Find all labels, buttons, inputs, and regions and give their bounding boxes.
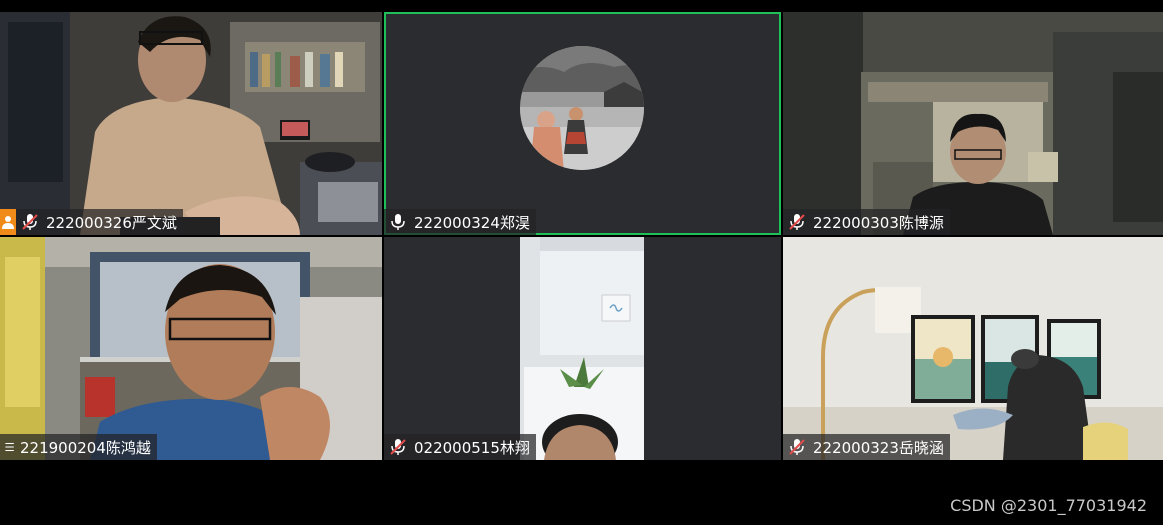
mic-icon[interactable] <box>388 212 408 232</box>
watermark: CSDN @2301_77031942 <box>950 496 1147 515</box>
participant-nameplate: 222000323岳晓涵 <box>783 434 950 460</box>
participant-tile-5[interactable]: 022000515林翔 <box>384 237 781 460</box>
mic-muted-icon[interactable] <box>787 437 807 457</box>
participant-tile-6[interactable]: 222000323岳晓涵 <box>783 237 1163 460</box>
video-feed <box>0 237 382 460</box>
participant-nameplate: 221900204陈鸿越 <box>0 434 157 460</box>
mic-muted-icon[interactable] <box>388 437 408 457</box>
participant-name: 222000323岳晓涵 <box>813 438 944 457</box>
participant-tile-1[interactable]: 222000326严文斌 <box>0 12 382 235</box>
profile-avatar <box>520 46 644 170</box>
participant-nameplate: 222000324郑淏 <box>384 209 536 235</box>
video-feed <box>0 12 382 235</box>
mic-muted-icon[interactable] <box>787 212 807 232</box>
participant-tile-2[interactable]: 222000324郑淏 <box>384 12 781 235</box>
participant-nameplate: 022000515林翔 <box>384 434 536 460</box>
participant-name: 222000324郑淏 <box>414 213 530 232</box>
participant-tile-3[interactable]: 222000303陈博源 <box>783 12 1163 235</box>
video-feed <box>384 237 781 460</box>
participant-name: 022000515林翔 <box>414 438 530 457</box>
menu-icon[interactable] <box>4 437 18 457</box>
video-feed <box>783 237 1163 460</box>
video-grid: 222000326严文斌 222000324郑淏 222000303陈博源 22… <box>0 12 1163 460</box>
participant-name: 222000326严文斌 <box>46 213 177 232</box>
host-icon <box>2 216 14 229</box>
mic-muted-icon[interactable] <box>20 212 40 232</box>
participant-tile-4[interactable]: 221900204陈鸿越 <box>0 237 382 460</box>
participant-nameplate: 222000303陈博源 <box>783 209 950 235</box>
video-feed <box>783 12 1163 235</box>
participant-name: 222000303陈博源 <box>813 213 944 232</box>
participant-name: 221900204陈鸿越 <box>20 438 151 457</box>
participant-nameplate: 222000326严文斌 <box>16 209 183 235</box>
host-badge <box>0 209 16 235</box>
